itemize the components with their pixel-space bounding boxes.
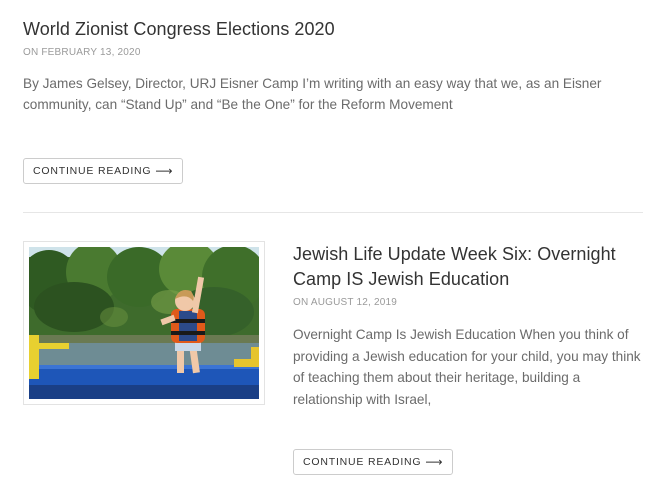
continue-reading-label: CONTINUE READING (33, 165, 152, 177)
post-title[interactable]: World Zionist Congress Elections 2020 (23, 17, 643, 42)
post-title[interactable]: Jewish Life Update Week Six: Overnight C… (293, 242, 643, 292)
post-thumbnail-frame[interactable] (23, 241, 265, 405)
post-jewish-life-update: Jewish Life Update Week Six: Overnight C… (293, 242, 643, 410)
post-excerpt: Overnight Camp Is Jewish Education When … (293, 327, 641, 407)
post-thumbnail-image (29, 247, 259, 399)
long-arrow-right-icon: ⟶ (155, 164, 174, 178)
post-world-zionist-congress: World Zionist Congress Elections 2020 ON… (23, 17, 643, 115)
post-date: ON AUGUST 12, 2019 (293, 297, 398, 308)
post-date: ON FEBRUARY 13, 2020 (23, 47, 141, 58)
long-arrow-right-icon: ⟶ (425, 455, 444, 469)
continue-reading-button[interactable]: CONTINUE READING ⟶ (23, 158, 184, 184)
continue-reading-label: CONTINUE READING (303, 456, 422, 468)
post-divider (23, 212, 643, 213)
blog-listing: World Zionist Congress Elections 2020 ON… (0, 0, 650, 489)
post-excerpt: By James Gelsey, Director, URJ Eisner Ca… (23, 76, 602, 112)
continue-reading-button[interactable]: CONTINUE READING ⟶ (293, 449, 454, 475)
